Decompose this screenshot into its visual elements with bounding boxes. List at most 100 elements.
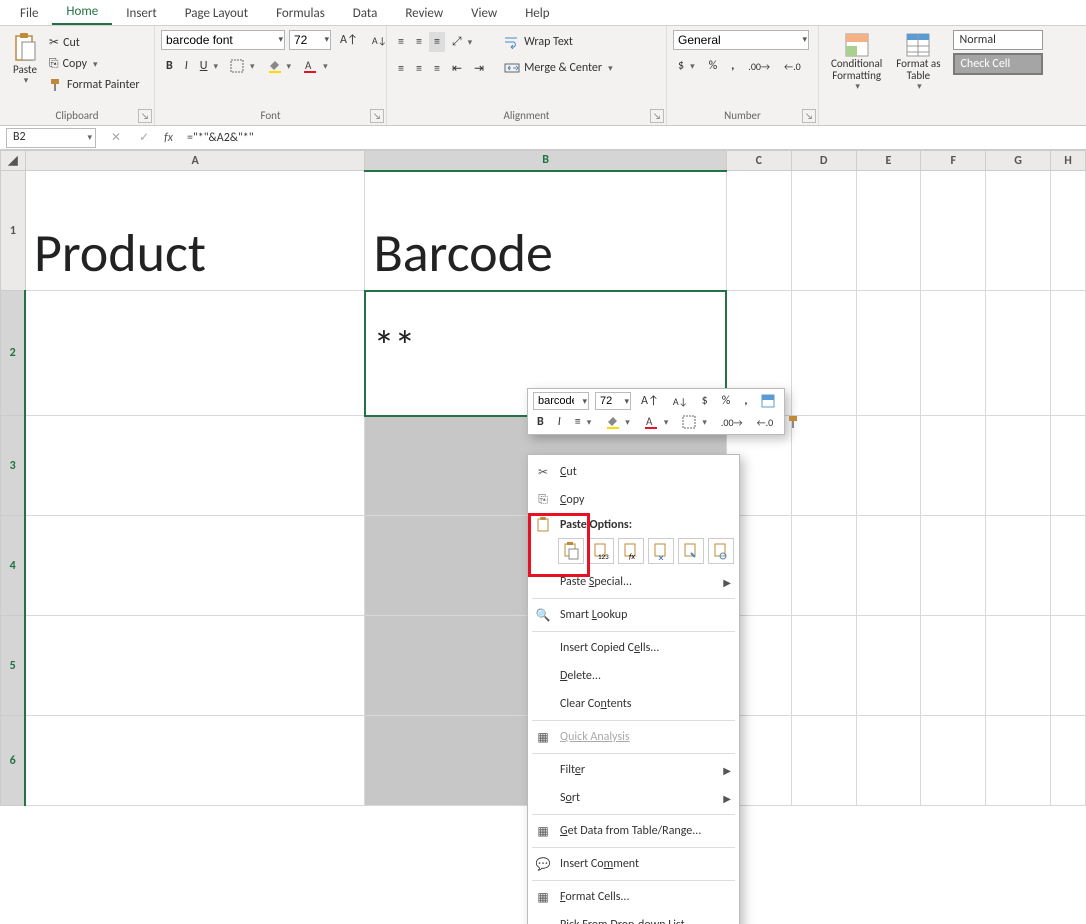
align-left-button[interactable]: ≡ [393,58,409,79]
mini-percent[interactable]: % [718,392,735,410]
align-middle-button[interactable]: ≡ [411,32,427,52]
col-header-a[interactable]: A [25,151,364,171]
paste-button[interactable]: Paste ▾ [6,30,44,88]
comma-button[interactable]: , [726,56,739,76]
ctx-sort[interactable]: Sort ▶ [528,784,739,812]
tab-insert[interactable]: Insert [112,2,171,25]
mini-decrease-font[interactable]: A↓ [669,393,692,410]
paste-option-values[interactable]: 123 [588,538,614,564]
mini-font-color[interactable]: A▾ [640,413,673,431]
align-bottom-button[interactable]: ≡ [429,32,445,52]
ctx-cut[interactable]: ✂ Cut [528,458,739,486]
cell-b1[interactable]: Barcode [365,171,726,291]
percent-button[interactable]: % [704,56,723,76]
increase-font-button[interactable]: A↑ [335,30,363,50]
wrap-text-button[interactable]: Wrap Text [499,32,618,52]
row-header-5[interactable]: 5 [1,616,26,716]
paste-option-link[interactable] [708,538,734,564]
mini-italic[interactable]: I [554,413,565,431]
tab-home[interactable]: Home [52,0,112,25]
orientation-button[interactable]: ⤢▾ [447,32,477,52]
increase-decimal-button[interactable]: .00→ [743,56,775,76]
worksheet[interactable]: ◢ A B C D E F G H 1 Product Barcode 2 ** [0,150,1086,924]
ctx-clear-contents[interactable]: Clear Contents [528,690,739,718]
align-top-button[interactable]: ≡ [393,32,409,52]
row-header-2[interactable]: 2 [1,291,26,416]
italic-button[interactable]: I [180,56,193,76]
name-box[interactable]: B2 ▾ [6,128,96,148]
ctx-paste-special[interactable]: Paste Special... ▶ [528,568,739,596]
merge-center-button[interactable]: Merge & Center ▾ [499,58,618,78]
clipboard-dialog-launcher[interactable]: ↘ [138,109,152,123]
mini-borders[interactable]: ▾ [678,413,711,431]
cell-style-check-cell[interactable]: Check Cell [953,53,1043,75]
mini-align[interactable]: ≡▾ [571,413,596,431]
increase-indent-button[interactable]: ⇥ [469,58,489,79]
align-center-button[interactable]: ≡ [411,58,427,79]
col-header-c[interactable]: C [726,151,791,171]
number-format-input[interactable] [673,30,809,50]
tab-review[interactable]: Review [391,2,457,25]
col-header-d[interactable]: D [791,151,856,171]
mini-comma[interactable]: , [740,392,751,410]
font-dialog-launcher[interactable]: ↘ [370,109,384,123]
ctx-filter[interactable]: Filter ▶ [528,756,739,784]
borders-button[interactable]: ▾ [225,56,260,76]
font-color-button[interactable]: A▾ [298,56,333,76]
cancel-formula-button[interactable]: ✕ [106,127,126,148]
copy-button[interactable]: ⎘ Copy ▾ [44,54,145,74]
cut-button[interactable]: ✂ Cut [44,32,145,53]
mini-accounting[interactable]: $ [698,392,712,410]
decrease-indent-button[interactable]: ⇤ [447,58,467,79]
fx-icon[interactable]: fx [164,131,181,145]
bold-button[interactable]: B [161,56,178,76]
tab-view[interactable]: View [457,2,511,25]
col-header-f[interactable]: F [921,151,986,171]
cell-a2[interactable] [25,291,364,416]
alignment-dialog-launcher[interactable]: ↘ [650,109,664,123]
mini-font-input[interactable] [533,392,589,410]
cell-style-normal[interactable]: Normal [953,30,1043,50]
row-header-1[interactable]: 1 [1,171,26,291]
mini-bold[interactable]: B [533,413,548,431]
align-right-button[interactable]: ≡ [429,58,445,79]
col-header-h[interactable]: H [1051,151,1086,171]
underline-button[interactable]: U▾ [195,56,223,76]
formula-input[interactable]: ="*"&A2&"*" [181,129,1086,147]
ctx-delete[interactable]: Delete... [528,662,739,690]
ctx-insert-comment[interactable]: 💬 Insert Comment [528,850,739,878]
tab-help[interactable]: Help [511,2,563,25]
ctx-format-cells[interactable]: ▦ Format Cells... [528,883,739,911]
conditional-formatting-button[interactable]: Conditional Formatting▾ [825,30,888,94]
cell-c1[interactable] [726,171,791,291]
col-header-b[interactable]: B [365,151,726,171]
decrease-decimal-button[interactable]: ←.0 [779,56,806,76]
tab-file[interactable]: File [6,2,52,25]
mini-fill[interactable]: ▾ [601,413,634,431]
mini-dec-decimal[interactable]: ←.0 [753,414,778,431]
tab-formulas[interactable]: Formulas [262,2,339,25]
ctx-copy[interactable]: ⎘ Copy [528,486,739,514]
format-painter-button[interactable]: Format Painter [44,75,145,95]
paste-option-all[interactable] [558,538,584,564]
mini-inc-decimal[interactable]: .00→ [717,414,747,431]
col-header-g[interactable]: G [986,151,1051,171]
row-header-6[interactable]: 6 [1,716,26,806]
accept-formula-button[interactable]: ✓ [134,127,154,148]
font-name-input[interactable] [161,30,285,50]
select-all-button[interactable]: ◢ [1,151,26,171]
paste-option-formulas[interactable]: fx [618,538,644,564]
number-dialog-launcher[interactable]: ↘ [802,109,816,123]
paste-option-transpose[interactable] [648,538,674,564]
mini-increase-font[interactable]: A↑ [637,392,663,410]
row-header-3[interactable]: 3 [1,416,26,516]
ctx-insert-copied[interactable]: Insert Copied Cells... [528,634,739,662]
ctx-get-data[interactable]: ▦ Get Data from Table/Range... [528,817,739,845]
row-header-4[interactable]: 4 [1,516,26,616]
tab-data[interactable]: Data [339,2,392,25]
cell-a1[interactable]: Product [25,171,364,291]
tab-page-layout[interactable]: Page Layout [171,2,262,25]
ctx-pick-list[interactable]: Pick From Drop-down List... [528,911,739,924]
paste-option-formatting[interactable] [678,538,704,564]
format-as-table-button[interactable]: Format as Table▾ [890,30,946,94]
